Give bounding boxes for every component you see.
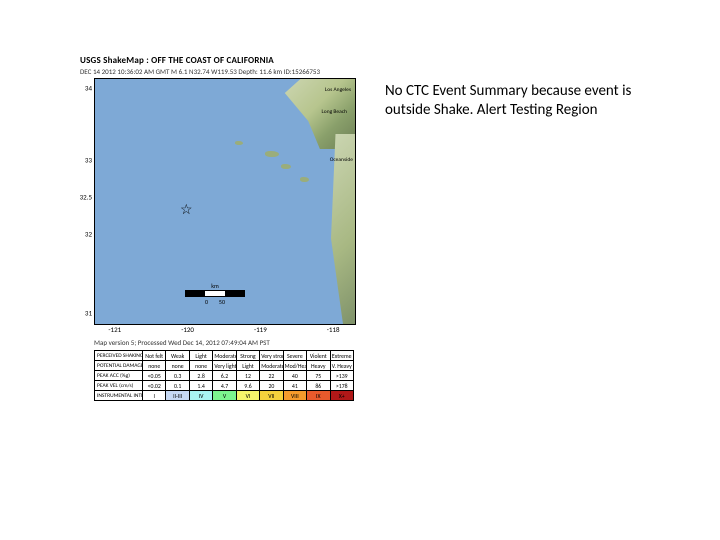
legend-cell: VI bbox=[236, 391, 259, 401]
legend-cell: Weak bbox=[166, 351, 189, 361]
intensity-legend: PERCEIVED SHAKINGNot feltWeakLightModera… bbox=[94, 350, 354, 401]
lon-tick: -119 bbox=[254, 325, 267, 334]
epicenter-star-icon: ☆ bbox=[180, 201, 193, 218]
lat-tick: 33 bbox=[85, 155, 92, 164]
map-area: ☆ Los Angeles Long Beach Oceanside km 0 … bbox=[94, 78, 356, 325]
legend-row-header: POTENTIAL DAMAGE bbox=[95, 361, 143, 371]
legend-cell: IX bbox=[307, 391, 330, 401]
lat-tick: 31 bbox=[85, 308, 92, 317]
legend-cell: 12 bbox=[236, 371, 259, 381]
legend-cell: >178 bbox=[330, 381, 354, 391]
legend-cell: Very light bbox=[213, 361, 236, 371]
legend-row-header: INSTRUMENTAL INTENSITY bbox=[95, 391, 143, 401]
island bbox=[281, 164, 291, 169]
legend-row-header: PERCEIVED SHAKING bbox=[95, 351, 143, 361]
lon-tick: -120 bbox=[181, 325, 194, 334]
legend-cell: I bbox=[143, 391, 166, 401]
legend-cell: 41 bbox=[283, 381, 306, 391]
legend-cell: Not felt bbox=[143, 351, 166, 361]
legend-row-header: PEAK VEL (cm/s) bbox=[95, 381, 143, 391]
legend-cell: VIII bbox=[283, 391, 306, 401]
city-label: Los Angeles bbox=[325, 87, 351, 93]
note-text: No CTC Event Summary because event is ou… bbox=[385, 82, 685, 120]
legend-cell: Light bbox=[189, 351, 212, 361]
lat-tick: 32.5 bbox=[80, 192, 92, 201]
lon-tick: -121 bbox=[108, 325, 121, 334]
legend-cell: >139 bbox=[330, 371, 354, 381]
legend-cell: Heavy bbox=[307, 361, 330, 371]
legend-cell: 6.2 bbox=[213, 371, 236, 381]
legend-row-header: PEAK ACC (%g) bbox=[95, 371, 143, 381]
legend-cell: 9.6 bbox=[236, 381, 259, 391]
legend-cell: V. Heavy bbox=[330, 361, 354, 371]
legend-cell: V bbox=[213, 391, 236, 401]
legend-cell: <0.02 bbox=[143, 381, 166, 391]
legend-cell: Very strong bbox=[260, 351, 283, 361]
scale-tick: 50 bbox=[219, 298, 225, 306]
legend-cell: 2.8 bbox=[189, 371, 212, 381]
lat-tick: 32 bbox=[85, 229, 92, 238]
legend-cell: II-III bbox=[166, 391, 189, 401]
legend-cell: none bbox=[166, 361, 189, 371]
legend-cell: Severe bbox=[283, 351, 306, 361]
legend-cell: Violent bbox=[307, 351, 330, 361]
legend-cell: 0.3 bbox=[166, 371, 189, 381]
legend-cell: 40 bbox=[283, 371, 306, 381]
legend-cell: IV bbox=[189, 391, 212, 401]
legend-cell: <0.05 bbox=[143, 371, 166, 381]
legend-cell: 86 bbox=[307, 381, 330, 391]
legend-cell: X+ bbox=[330, 391, 354, 401]
legend-cell: Strong bbox=[236, 351, 259, 361]
map-caption: Map version 5; Processed Wed Dec 14, 201… bbox=[94, 338, 360, 347]
legend-cell: Light bbox=[236, 361, 259, 371]
legend-cell: none bbox=[143, 361, 166, 371]
island bbox=[235, 141, 243, 145]
legend-cell: Mod/Heavy bbox=[283, 361, 306, 371]
lat-axis: 34 33 32.5 32 31 bbox=[80, 78, 94, 325]
legend-cell: 1.4 bbox=[189, 381, 212, 391]
city-label: Long Beach bbox=[321, 109, 347, 115]
lon-axis: -121 -120 -119 -118 bbox=[94, 325, 354, 335]
legend-cell: 75 bbox=[307, 371, 330, 381]
scale-bar: km 0 50 bbox=[185, 282, 245, 306]
scale-unit: km bbox=[185, 282, 245, 290]
legend-cell: 22 bbox=[260, 371, 283, 381]
legend-cell: Extreme bbox=[330, 351, 354, 361]
legend-cell: 20 bbox=[260, 381, 283, 391]
lon-tick: -118 bbox=[327, 325, 340, 334]
legend-cell: Moderate bbox=[260, 361, 283, 371]
shakemap-figure: USGS ShakeMap : OFF THE COAST OF CALIFOR… bbox=[80, 55, 360, 401]
legend-cell: 4.7 bbox=[213, 381, 236, 391]
island bbox=[265, 151, 279, 157]
island bbox=[300, 177, 309, 182]
legend-cell: 0.1 bbox=[166, 381, 189, 391]
legend-cell: Moderate bbox=[213, 351, 236, 361]
note-line: No CTC Event Summary because event is bbox=[385, 82, 631, 100]
lat-tick: 34 bbox=[85, 83, 92, 92]
scale-tick: 0 bbox=[205, 298, 208, 306]
city-label: Oceanside bbox=[330, 157, 353, 163]
map-subtitle: DEC 14 2012 10:36:02 AM GMT M 6.1 N32.74… bbox=[80, 67, 360, 76]
note-line: outside Shake. Alert Testing Region bbox=[385, 101, 598, 119]
legend-cell: VII bbox=[260, 391, 283, 401]
legend-cell: none bbox=[189, 361, 212, 371]
map-title: USGS ShakeMap : OFF THE COAST OF CALIFOR… bbox=[80, 55, 360, 66]
